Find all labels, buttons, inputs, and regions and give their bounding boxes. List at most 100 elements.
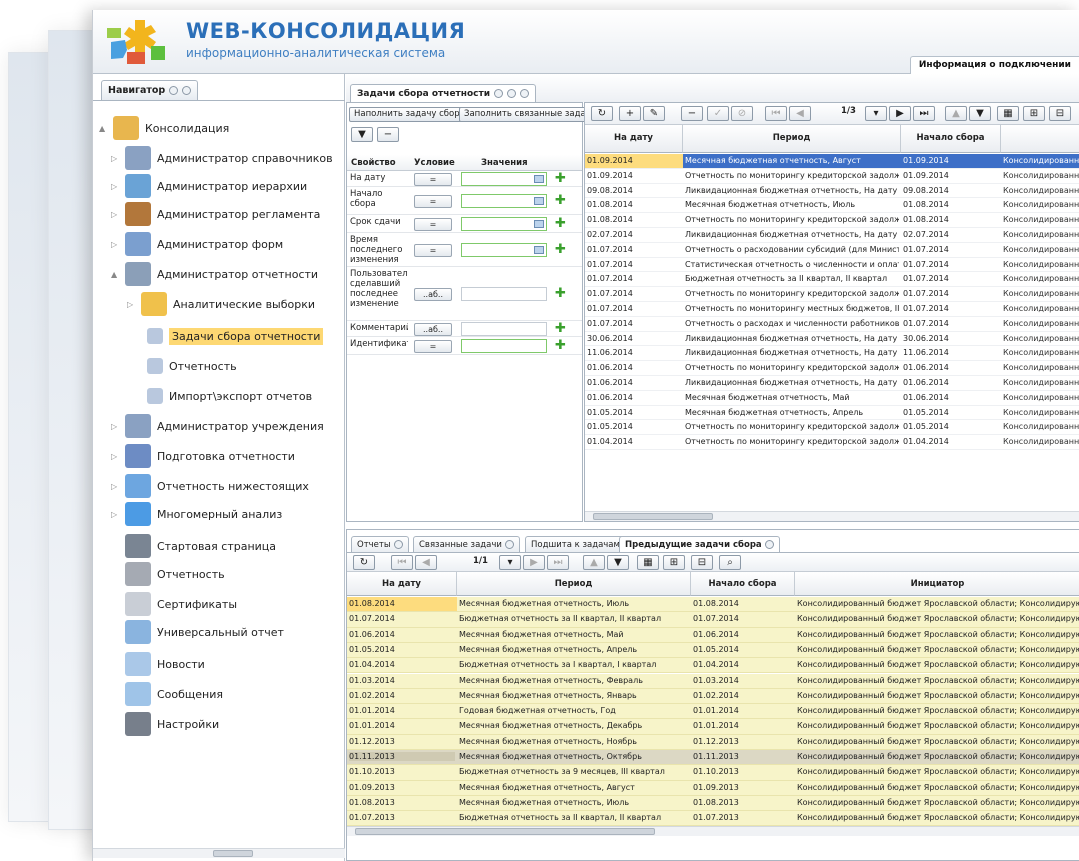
add-icon[interactable]: + [619, 106, 641, 121]
table-row[interactable]: 01.08.2014 Отчетность по мониторингу кред… [585, 213, 1079, 228]
bottom-horizontal-scrollbar[interactable] [347, 826, 1079, 836]
fill-task-button[interactable]: Наполнить задачу сбора [349, 107, 470, 122]
tab-menu-icon[interactable] [764, 540, 774, 549]
tab-min-icon[interactable] [507, 89, 517, 98]
table-row[interactable]: 01.04.2014 Отчетность по мониторингу кред… [585, 435, 1079, 450]
nav-item-3[interactable]: ▷ Администратор регламента [111, 201, 320, 227]
filter-value-input[interactable] [461, 322, 547, 336]
table-row[interactable]: 01.08.2013 Месячная бюджетная отчетность,… [347, 795, 1079, 812]
condition-select[interactable]: = [414, 217, 452, 231]
table-row[interactable]: 01.07.2014 Отчетность по мониторингу мест… [585, 302, 1079, 317]
filter-value-input[interactable] [461, 217, 547, 231]
table-row[interactable]: 01.07.2014 Отчетность о расходовании субс… [585, 243, 1079, 258]
columns-icon[interactable]: ▦ [637, 555, 659, 570]
group-icon[interactable]: ⊞ [1023, 106, 1045, 121]
filter-value-input[interactable] [461, 287, 547, 301]
table-row[interactable]: 01.06.2014 Отчетность по мониторингу кред… [585, 361, 1079, 376]
expand-arrow-icon[interactable]: ▷ [111, 154, 119, 163]
nav-item-16[interactable]: Сертификаты [111, 591, 237, 617]
table-row[interactable]: 01.06.2014 Месячная бюджетная отчетность,… [347, 627, 1079, 643]
nav-item-13[interactable]: ▷ Многомерный анализ [111, 501, 282, 527]
tab-menu-icon[interactable] [494, 89, 504, 98]
nav-item-2[interactable]: ▷ Администратор иерархии [111, 173, 307, 199]
next-page-icon[interactable]: ▶ [889, 106, 911, 121]
nav-item-4[interactable]: ▷ Администратор форм [111, 231, 283, 257]
prev-page-icon[interactable]: ◀ [789, 106, 811, 121]
table-row[interactable]: 01.10.2013 Бюджетная отчетность за 9 меся… [347, 765, 1079, 781]
table-row[interactable]: 01.05.2014 Отчетность по мониторингу кред… [585, 420, 1079, 436]
export-icon[interactable]: ⊟ [1049, 106, 1071, 121]
table-row[interactable]: 01.04.2014 Бюджетная отчетность за I квар… [347, 658, 1079, 674]
nav-item-15[interactable]: Отчетность [111, 561, 225, 587]
filter-value-input[interactable] [461, 194, 547, 208]
page-select[interactable]: ▾ [499, 555, 521, 570]
expand-arrow-icon[interactable]: ▷ [111, 210, 119, 219]
table-row[interactable]: 01.07.2013 Бюджетная отчетность за II ква… [347, 811, 1079, 827]
table-row[interactable]: 01.11.2013 Месячная бюджетная отчетность,… [347, 750, 1079, 766]
table-row[interactable]: 11.06.2014 Ликвидационная бюджетная отчет… [585, 346, 1079, 362]
table-row[interactable]: 01.05.2014 Месячная бюджетная отчетность,… [585, 406, 1079, 421]
table-row[interactable]: 01.08.2014 Месячная бюджетная отчетность,… [347, 597, 1079, 613]
scroll-thumb[interactable] [593, 513, 713, 520]
refresh-icon[interactable]: ↻ [591, 106, 613, 121]
grid-column-header[interactable]: Начало сбора [691, 572, 795, 596]
add-condition-icon[interactable]: ✚ [555, 172, 566, 185]
scroll-thumb[interactable] [213, 850, 253, 857]
condition-select[interactable]: = [414, 339, 452, 353]
fill-related-button[interactable]: Заполнить связанные задачи [459, 107, 602, 122]
nav-item-12[interactable]: ▷ Отчетность нижестоящих [111, 473, 309, 499]
calendar-icon[interactable] [534, 220, 544, 228]
expand-arrow-icon[interactable]: ▷ [111, 422, 119, 431]
condition-select[interactable]: = [414, 194, 452, 208]
tab-menu-icon[interactable] [393, 540, 403, 549]
table-row[interactable]: 01.05.2014 Месячная бюджетная отчетность,… [347, 642, 1079, 659]
nav-item-17[interactable]: Универсальный отчет [111, 619, 284, 645]
add-condition-icon[interactable]: ✚ [555, 243, 566, 256]
refresh-icon[interactable]: ↻ [353, 555, 375, 570]
nav-item-8[interactable]: Отчетность [133, 353, 237, 379]
confirm-icon[interactable]: ✓ [707, 106, 729, 121]
cancel-icon[interactable]: ⊘ [731, 106, 753, 121]
grid-column-header[interactable]: Период [683, 125, 901, 153]
grid-column-header[interactable]: На дату [347, 572, 457, 596]
calendar-icon[interactable] [534, 197, 544, 205]
table-row[interactable]: 01.09.2014 Отчетность по мониторингу кред… [585, 169, 1079, 184]
bottom-tab-1[interactable]: Связанные задачи [413, 536, 520, 552]
add-condition-icon[interactable]: ✚ [555, 322, 566, 335]
table-row[interactable]: 01.06.2014 Месячная бюджетная отчетность,… [585, 391, 1079, 406]
table-row[interactable]: 01.08.2014 Месячная бюджетная отчетность,… [585, 198, 1079, 214]
table-row[interactable]: 01.07.2014 Статистическая отчетность о чи… [585, 258, 1079, 273]
grid-column-header[interactable]: Период [457, 572, 691, 596]
expand-arrow-icon[interactable]: ▷ [127, 300, 135, 309]
nav-item-11[interactable]: ▷ Подготовка отчетности [111, 443, 295, 469]
prev-page-icon[interactable]: ◀ [415, 555, 437, 570]
nav-item-19[interactable]: Сообщения [111, 681, 223, 707]
table-row[interactable]: 01.02.2014 Месячная бюджетная отчетность,… [347, 688, 1079, 705]
table-row[interactable]: 01.09.2013 Месячная бюджетная отчетность,… [347, 780, 1079, 796]
table-row[interactable]: 01.09.2014 Месячная бюджетная отчетность,… [585, 154, 1079, 169]
search-icon[interactable]: ⌕ [719, 555, 741, 570]
group-icon[interactable]: ⊞ [663, 555, 685, 570]
add-condition-icon[interactable]: ✚ [555, 339, 566, 352]
grid-column-header[interactable]: Инициатор [795, 572, 1079, 596]
last-page-icon[interactable]: ⏭ [547, 555, 569, 570]
expand-arrow-icon[interactable]: ▷ [111, 510, 119, 519]
nav-item-20[interactable]: Настройки [111, 711, 219, 737]
sort-up-icon[interactable]: ▲ [583, 555, 605, 570]
table-row[interactable]: 01.07.2014 Отчетность по мониторингу кред… [585, 287, 1079, 302]
remove-filter-button[interactable]: − [377, 127, 399, 142]
add-condition-icon[interactable]: ✚ [555, 194, 566, 207]
table-row[interactable]: 09.08.2014 Ликвидационная бюджетная отчет… [585, 184, 1079, 199]
next-page-icon[interactable]: ▶ [523, 555, 545, 570]
nav-item-18[interactable]: Новости [111, 651, 205, 677]
expand-arrow-icon[interactable]: ▲ [111, 270, 119, 279]
sort-up-icon[interactable]: ▲ [945, 106, 967, 121]
expand-arrow-icon[interactable]: ▲ [99, 124, 107, 133]
filter-value-input[interactable] [461, 243, 547, 257]
filter-icon[interactable]: ▼ [351, 127, 373, 142]
sort-down-icon[interactable]: ▼ [969, 106, 991, 121]
page-select[interactable]: ▾ [865, 106, 887, 121]
tab-tasks[interactable]: Задачи сбора отчетности [350, 84, 537, 102]
expand-arrow-icon[interactable]: ▷ [111, 240, 119, 249]
nav-item-14[interactable]: Стартовая страница [111, 533, 276, 559]
